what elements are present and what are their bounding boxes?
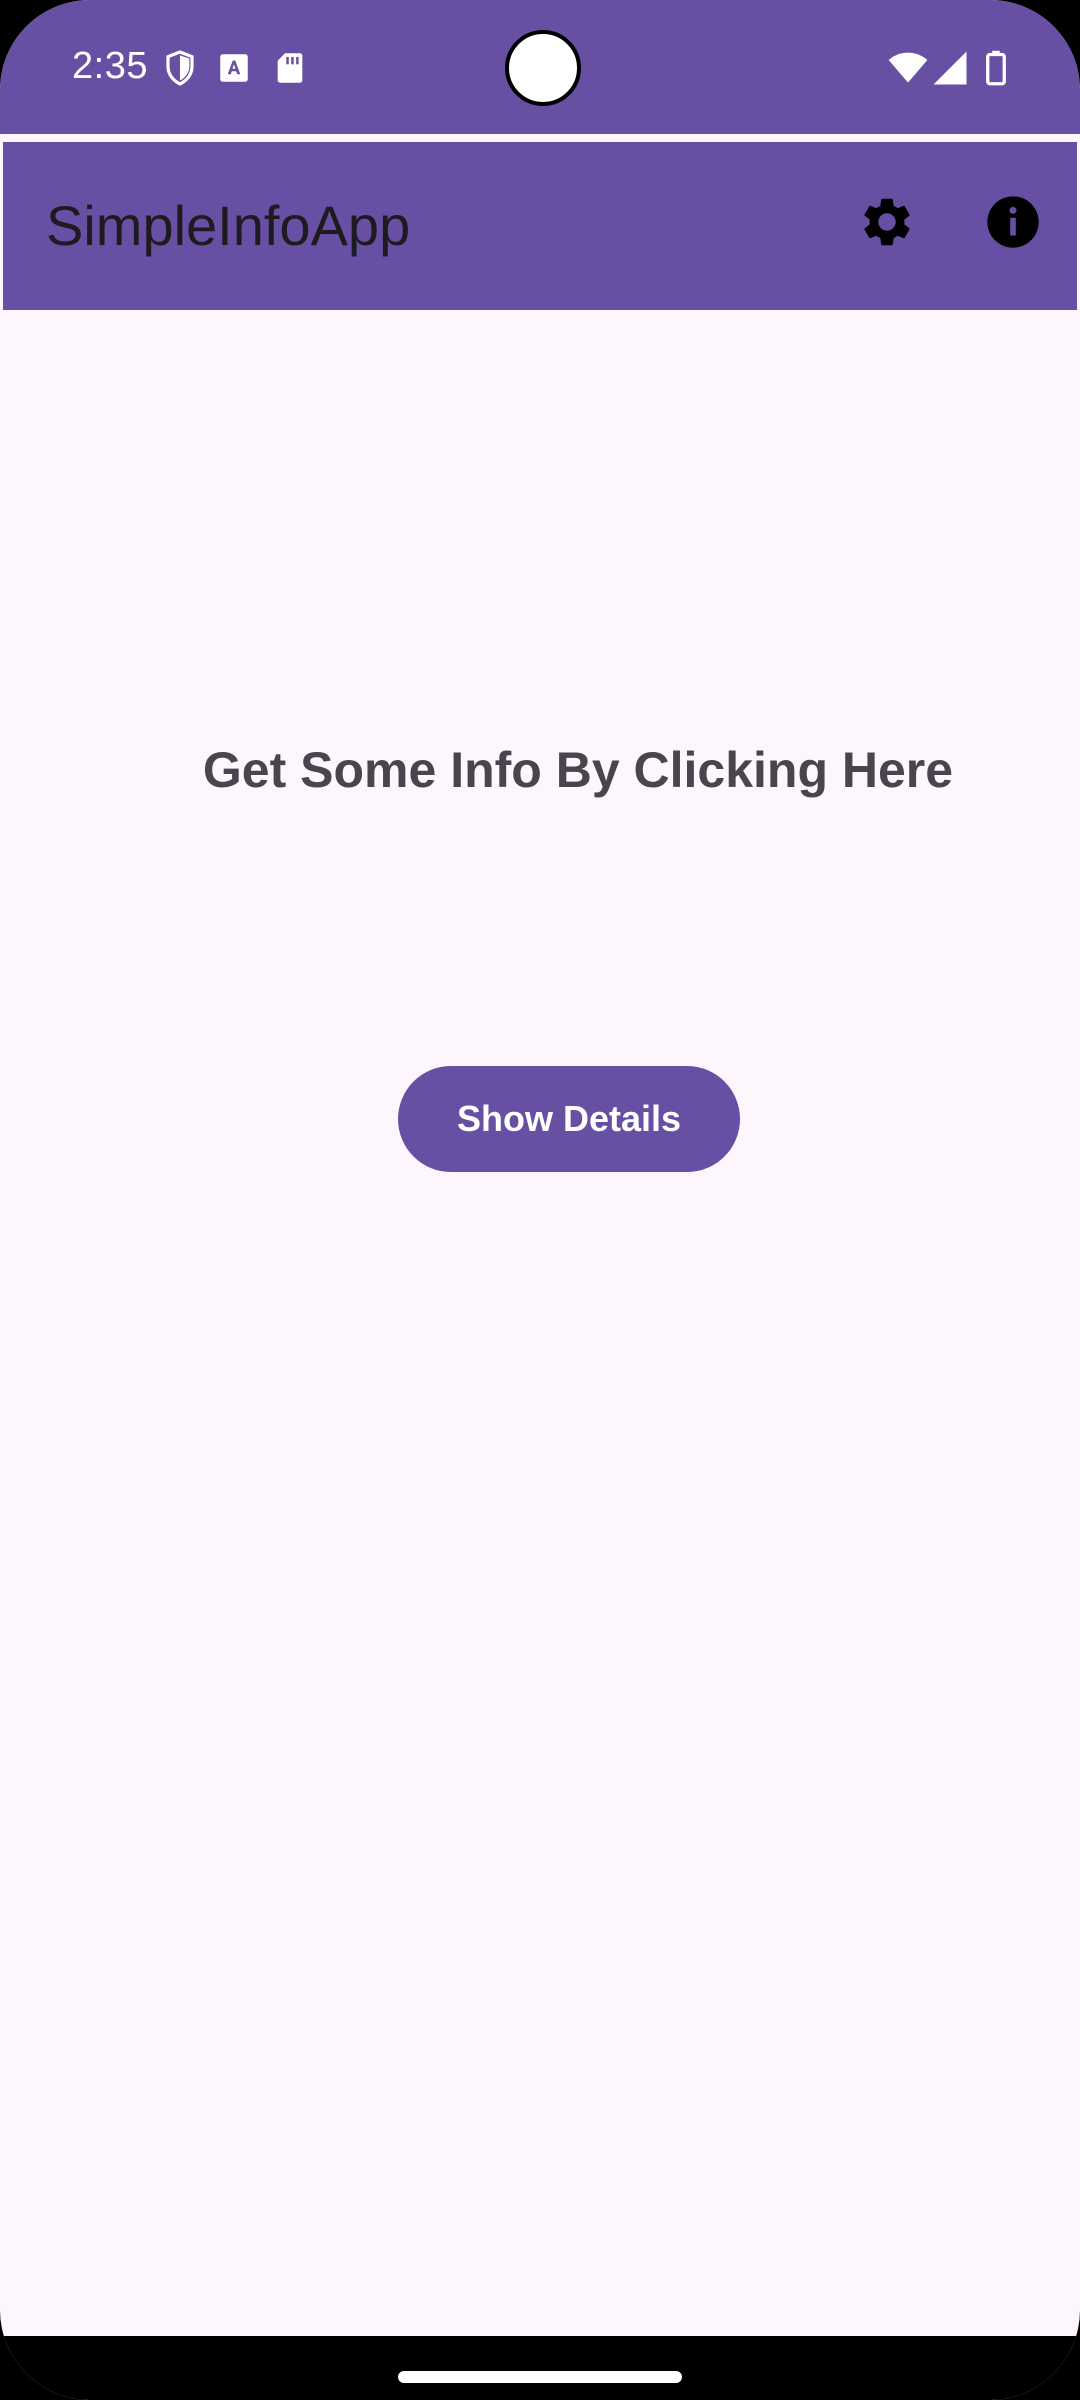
sd-card-icon <box>268 46 312 90</box>
shield-icon <box>158 46 202 90</box>
signal-icon <box>928 46 972 90</box>
phone-screen: 2:35 SimpleInfoApp Get Some Info By Clic… <box>0 0 1080 2400</box>
text-a-icon <box>212 46 256 90</box>
wifi-icon <box>886 46 930 90</box>
status-divider <box>0 134 1080 142</box>
info-icon[interactable] <box>973 182 1053 262</box>
camera-cutout <box>505 30 581 106</box>
settings-icon[interactable] <box>847 182 927 262</box>
show-details-button[interactable]: Show Details <box>398 1066 740 1172</box>
battery-icon <box>974 46 1018 90</box>
home-gesture-handle[interactable] <box>398 2371 682 2383</box>
status-time: 2:35 <box>72 45 148 87</box>
app-bar: SimpleInfoApp <box>3 142 1077 310</box>
app-title: SimpleInfoApp <box>46 194 411 257</box>
status-bar: 2:35 <box>0 0 1080 134</box>
info-headline: Get Some Info By Clicking Here <box>202 742 954 798</box>
navigation-bar <box>0 2336 1080 2400</box>
